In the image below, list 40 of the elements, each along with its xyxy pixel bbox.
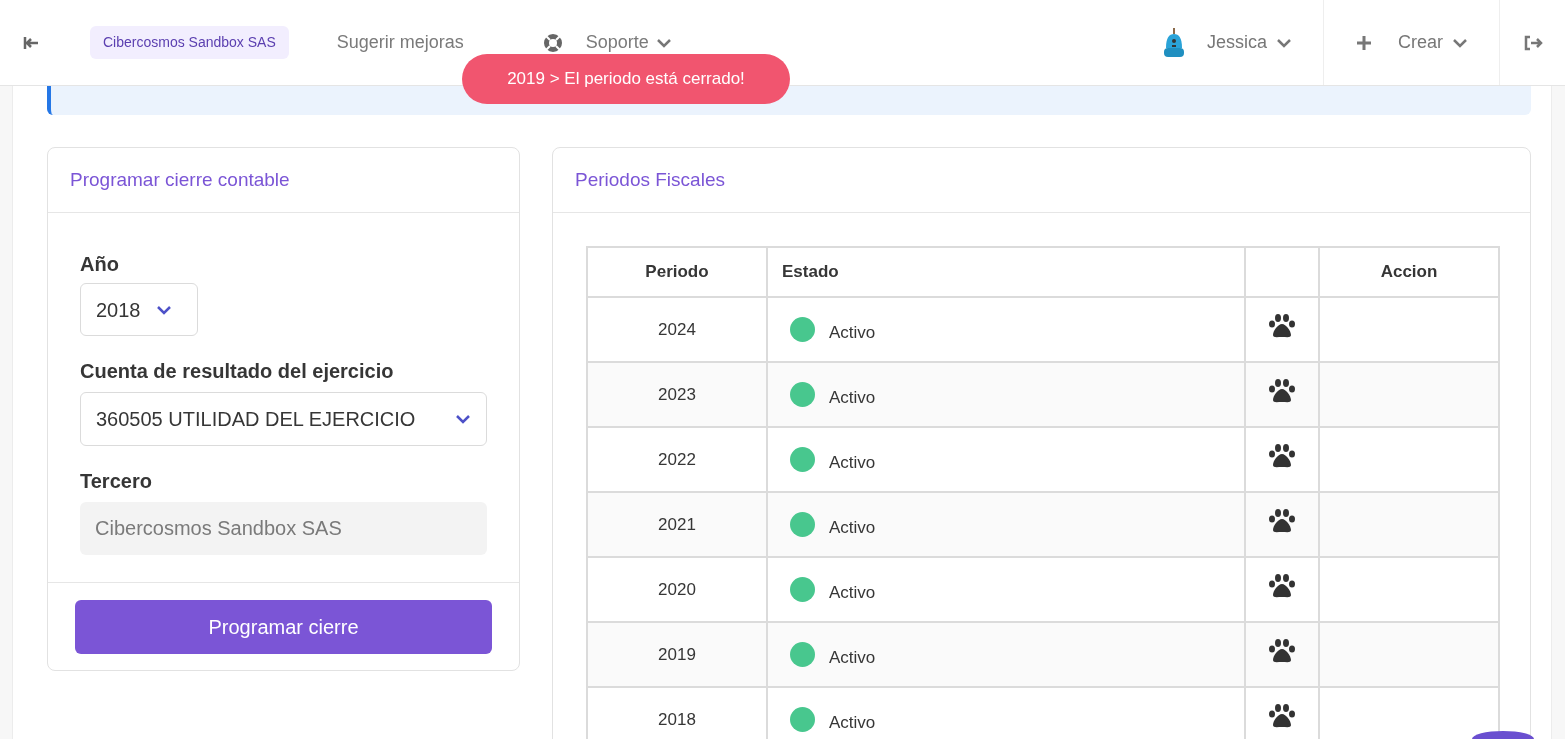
lifebuoy-icon [543, 33, 562, 52]
status-text: Activo [829, 386, 876, 409]
paw-icon[interactable] [1268, 377, 1296, 404]
column-header: Periodo [587, 247, 767, 297]
status-text: Activo [829, 711, 876, 734]
field-label: Cuenta de resultado del ejercicio [80, 359, 395, 384]
status-text: Activo [829, 321, 876, 344]
error-toast: 2019 > El periodo está cerrado! [462, 54, 790, 104]
chevron-down-icon [155, 304, 172, 315]
user-menu[interactable]: Jessica [1160, 0, 1323, 85]
year-select[interactable]: 2018 [80, 283, 198, 336]
plus-icon [1356, 34, 1372, 51]
column-header: Estado [767, 247, 1245, 297]
field-label: Tercero [80, 469, 153, 494]
create-menu[interactable]: Crear [1323, 0, 1499, 85]
chevron-down-icon [455, 414, 471, 424]
card-title: Programar cierre contable [48, 148, 519, 213]
account-select[interactable]: 360505 UTILIDAD DEL EJERCICIO [80, 392, 487, 446]
chevron-down-icon [1453, 37, 1467, 48]
paw-icon[interactable] [1268, 442, 1296, 469]
paw-icon[interactable] [1268, 507, 1296, 534]
schedule-closing-button[interactable]: Programar cierre [75, 600, 492, 654]
paw-icon[interactable] [1268, 572, 1296, 599]
paw-icon[interactable] [1268, 637, 1296, 664]
company-badge[interactable]: Cibercosmos Sandbox SAS [90, 26, 289, 59]
status-text: Activo [829, 646, 876, 669]
logout-icon [1522, 34, 1543, 51]
status-text: Activo [829, 581, 876, 604]
period-cell: 2018 [587, 687, 767, 739]
arrow-to-bar-icon [22, 34, 40, 51]
suggest-link[interactable]: Sugerir mejoras [336, 29, 464, 56]
chevron-down-icon [1277, 37, 1291, 48]
field-label: Año [80, 252, 120, 277]
status-text: Activo [829, 451, 876, 474]
paw-icon[interactable] [1268, 312, 1296, 339]
paw-icon[interactable] [1268, 702, 1296, 729]
chevron-down-icon [656, 37, 671, 48]
card-title: Periodos Fiscales [553, 148, 1530, 213]
status-text: Activo [829, 516, 876, 539]
chat-button[interactable] [1472, 731, 1534, 739]
